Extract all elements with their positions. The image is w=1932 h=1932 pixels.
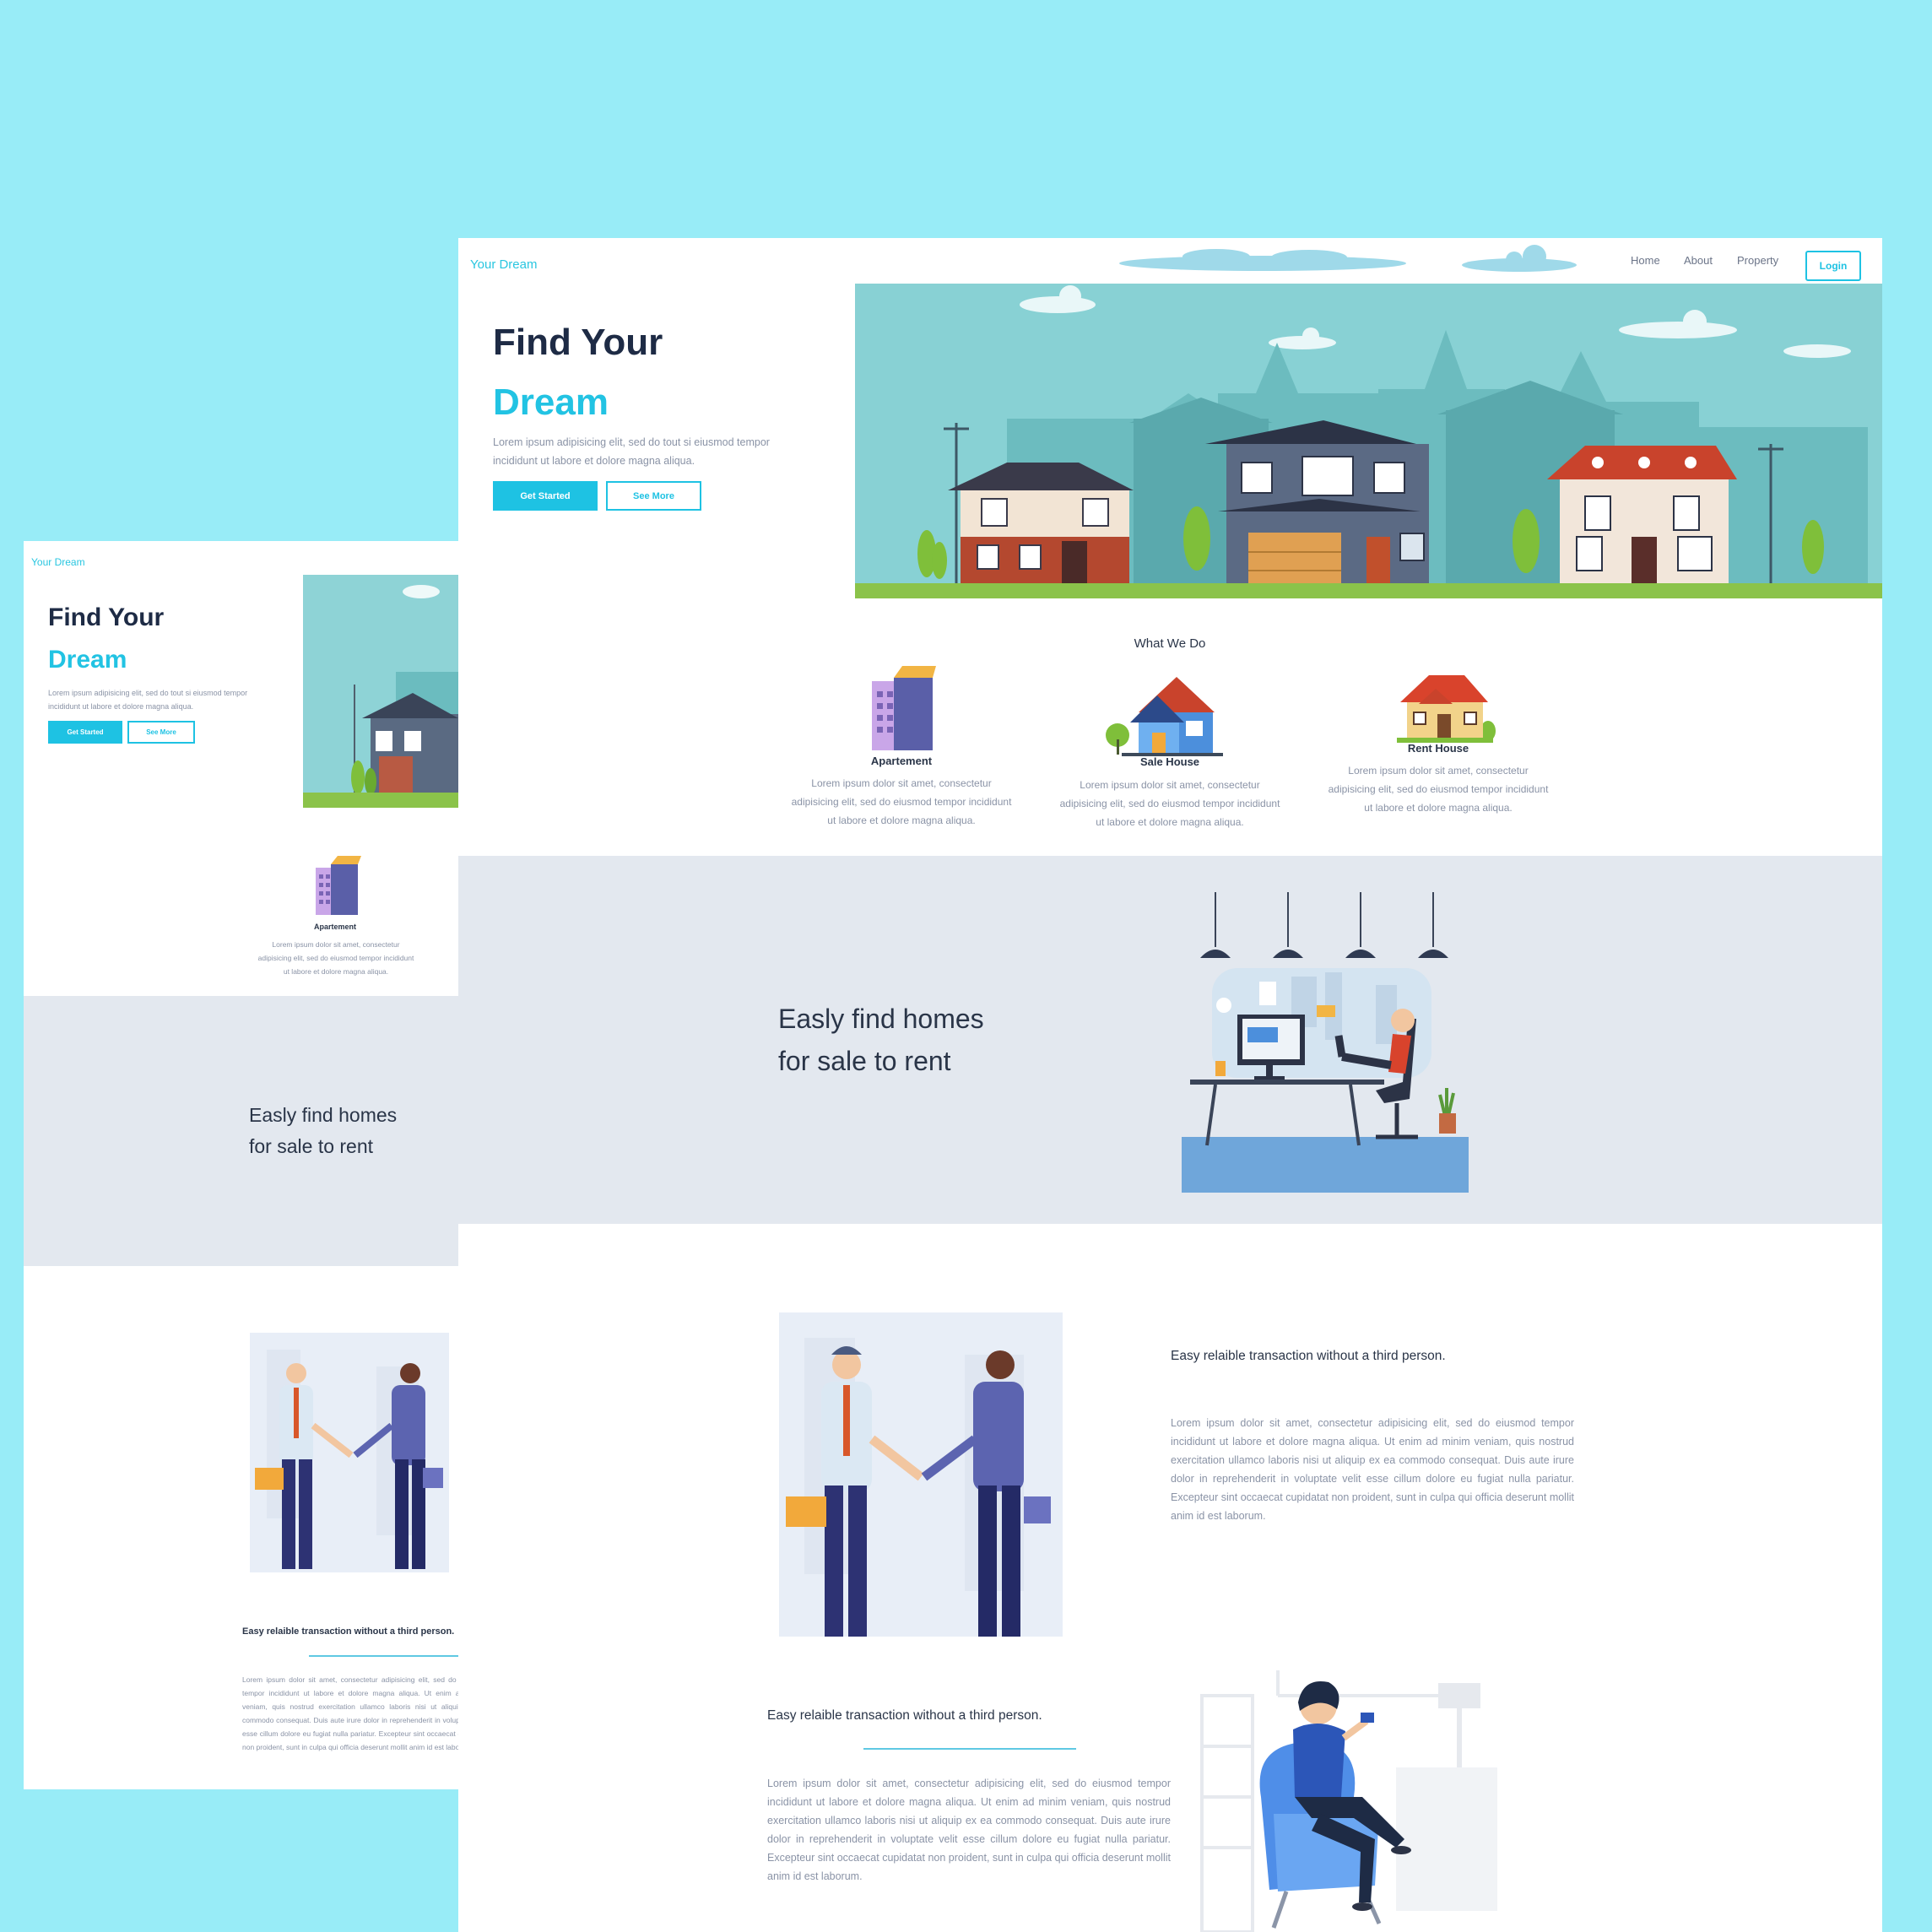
hero-title-line2: Dream — [493, 382, 609, 423]
rent-house-icon — [1397, 675, 1496, 743]
service-desc-rent: Lorem ipsum dolor sit amet, consectetur … — [1328, 765, 1549, 814]
service-title-sale: Sale House — [1139, 755, 1200, 768]
promo-heading-line2: for sale to rent — [249, 1135, 374, 1157]
see-more-button[interactable]: See More — [127, 721, 195, 744]
handshake-illustration — [250, 1333, 449, 1572]
sale-house-icon — [1106, 677, 1223, 756]
hero-title: Find Your Dream — [493, 324, 663, 421]
relaxing-woman-illustration — [1200, 1670, 1497, 1932]
hero-description: Lorem ipsum adipisicing elit, sed do tou… — [493, 436, 770, 467]
feature-heading-2: Easy relaible transaction without a thir… — [767, 1708, 1042, 1723]
hero-illustration — [855, 284, 1882, 598]
get-started-button[interactable]: Get Started — [493, 481, 598, 511]
feature-body: Lorem ipsum dolor sit amet, consectetur … — [1171, 1417, 1574, 1522]
see-more-button[interactable]: See More — [606, 481, 701, 511]
apartment-icon — [872, 666, 936, 750]
login-button[interactable]: Login — [1805, 251, 1861, 281]
services-heading: What We Do — [1134, 636, 1206, 651]
feature-body: Lorem ipsum dolor sit amet, consectetur … — [242, 1675, 458, 1751]
handshake-illustration — [779, 1312, 1063, 1637]
back-page-mockup: Your Dream Find Your Dream Lorem ipsum a… — [24, 541, 458, 1789]
front-page-mockup: Your Dream Home About Property Login Fin… — [458, 238, 1882, 1932]
promo-heading-line1: Easly find homes — [778, 1004, 984, 1034]
service-title: Apartement — [313, 923, 356, 931]
cloud-decoration-2 — [1462, 245, 1577, 272]
service-desc-sale: Lorem ipsum dolor sit amet, consectetur … — [1059, 779, 1280, 828]
hero-title-line1: Find Your — [48, 603, 165, 631]
hero-description: Lorem ipsum adipisicing elit, sed do tou… — [48, 689, 248, 711]
promo-heading: Easly find homes for sale to rent — [778, 998, 984, 1082]
service-title-rent: Rent House — [1407, 742, 1469, 755]
promo-heading-line1: Easly find homes — [249, 1104, 398, 1126]
feature-divider — [309, 1655, 458, 1657]
feature-heading: Easy relaible transaction without a thir… — [1171, 1349, 1446, 1363]
get-started-button[interactable]: Get Started — [48, 721, 122, 744]
nav-property-link[interactable]: Property — [1737, 254, 1778, 267]
hero-title-line2: Dream — [48, 646, 127, 674]
hero-title: Find Your Dream — [48, 605, 164, 673]
nav-home-link[interactable]: Home — [1631, 254, 1660, 267]
service-description: Lorem ipsum dolor sit amet, consectetur … — [257, 940, 414, 976]
apartment-icon — [316, 856, 361, 915]
brand-logo[interactable]: Your Dream — [31, 556, 85, 568]
promo-heading: Easly find homes for sale to rent — [249, 1100, 397, 1162]
feature-divider — [863, 1748, 1076, 1750]
feature-heading: Easy relaible transaction without a thir… — [242, 1626, 455, 1637]
feature-body-2: Lorem ipsum dolor sit amet, consectetur … — [767, 1778, 1171, 1882]
service-title-apartment: Apartement — [870, 755, 933, 767]
nav-about-link[interactable]: About — [1684, 254, 1713, 267]
hero-illustration — [303, 575, 458, 808]
office-illustration — [1182, 892, 1469, 1193]
promo-heading-line2: for sale to rent — [778, 1046, 951, 1076]
promo-band — [458, 856, 1882, 1224]
cloud-decoration — [1119, 249, 1406, 271]
brand-logo[interactable]: Your Dream — [470, 257, 537, 272]
service-desc-apartment: Lorem ipsum dolor sit amet, consectetur … — [791, 777, 1012, 826]
hero-title-line1: Find Your — [493, 322, 663, 363]
